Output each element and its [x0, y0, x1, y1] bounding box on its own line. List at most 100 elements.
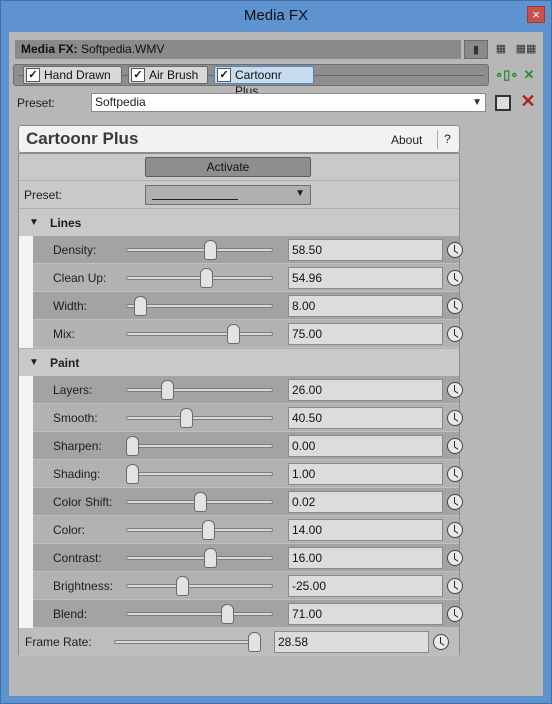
keyframe-clock-icon[interactable] [447, 522, 463, 538]
param-slider-track[interactable] [126, 416, 273, 420]
param-value-input[interactable]: 54.96 [288, 267, 443, 289]
keyframe-clock-icon[interactable] [447, 410, 463, 426]
single-view-button[interactable]: ▮ [464, 40, 488, 59]
indent-stripe [19, 320, 33, 348]
keyframe-clock-icon[interactable] [447, 578, 463, 594]
param-value-input[interactable]: 14.00 [288, 519, 443, 541]
param-value-input[interactable]: -25.00 [288, 575, 443, 597]
param-value-input[interactable]: 58.50 [288, 239, 443, 261]
param-slider-track[interactable] [126, 612, 273, 616]
param-row-body: Density: 58.50 [33, 236, 463, 264]
remove-plugin-icon[interactable]: ✕ [519, 66, 539, 84]
keyframe-clock-icon[interactable] [447, 298, 463, 314]
keyframe-clock-icon[interactable] [447, 326, 463, 342]
param-value-input[interactable]: 26.00 [288, 379, 443, 401]
param-row: Brightness: -25.00 [19, 572, 463, 600]
keyframe-clock-icon[interactable] [433, 634, 449, 650]
keyframe-clock-icon[interactable] [447, 606, 463, 622]
param-value-input[interactable]: 71.00 [288, 603, 443, 625]
section-label: Paint [50, 356, 80, 370]
param-value-input[interactable]: 0.02 [288, 491, 443, 513]
param-slider-thumb[interactable] [221, 604, 235, 624]
param-slider-thumb[interactable] [226, 324, 240, 344]
param-row-body: Sharpen: 0.00 [33, 432, 463, 460]
param-row-body: Shading: 1.00 [33, 460, 463, 488]
wide-grid-view-button[interactable]: ▦▦ [514, 40, 538, 59]
keyframe-clock-icon[interactable] [447, 270, 463, 286]
param-slider-track[interactable] [126, 528, 273, 532]
param-slider-thumb[interactable] [126, 464, 139, 484]
fx-cartoonr-plus-button[interactable]: ✓ Cartoonr Plus [214, 66, 314, 98]
plugin-preset-dropdown[interactable]: ▼ [145, 185, 311, 205]
fx-enabled-checkbox[interactable]: ✓ [26, 68, 40, 82]
delete-preset-icon[interactable]: ✕ [518, 91, 538, 111]
close-button[interactable]: × [527, 6, 545, 23]
param-value-input[interactable]: 1.00 [288, 463, 443, 485]
lines-section-header[interactable]: ▼ Lines [19, 208, 459, 236]
save-preset-icon[interactable] [495, 95, 511, 111]
keyframe-clock-icon[interactable] [447, 550, 463, 566]
keyframe-clock-icon[interactable] [447, 242, 463, 258]
param-slider-track[interactable] [126, 444, 273, 448]
param-label: Frame Rate: [25, 635, 92, 649]
fx-enabled-checkbox[interactable]: ✓ [131, 68, 145, 82]
param-slider-track[interactable] [126, 388, 273, 392]
indent-stripe [19, 292, 33, 320]
param-label: Width: [53, 299, 88, 313]
paint-section-header[interactable]: ▼ Paint [19, 348, 459, 376]
preset-label: Preset: [17, 96, 56, 110]
add-plugin-icon[interactable]: ∘▯∘ [495, 66, 518, 84]
param-slider-track[interactable] [126, 472, 273, 476]
param-slider-thumb[interactable] [202, 520, 216, 540]
indent-stripe [19, 488, 33, 516]
param-slider-thumb[interactable] [126, 436, 139, 456]
preset-dropdown[interactable]: Softpedia ▼ [91, 93, 486, 112]
plugin-preset-label: Preset: [24, 188, 63, 202]
param-slider-track[interactable] [126, 584, 273, 588]
indent-stripe [19, 376, 33, 404]
param-value-input[interactable]: 8.00 [288, 295, 443, 317]
media-fx-value: Softpedia.WMV [81, 42, 165, 56]
title-bar[interactable]: Media FX × [1, 1, 551, 31]
param-label: Blend: [53, 607, 88, 621]
keyframe-clock-icon[interactable] [447, 382, 463, 398]
grid-view-button[interactable]: ▦ [489, 40, 513, 59]
param-slider-thumb[interactable] [160, 380, 174, 400]
param-row: Sharpen: 0.00 [19, 432, 463, 460]
param-row-body: Color Shift: 0.02 [33, 488, 463, 516]
param-row-body: Clean Up: 54.96 [33, 264, 463, 292]
param-slider-track[interactable] [126, 248, 273, 252]
fx-air-brush-button[interactable]: ✓ Air Brush [128, 66, 208, 84]
param-slider-track[interactable] [126, 332, 273, 336]
param-value-input[interactable]: 40.50 [288, 407, 443, 429]
chevron-down-icon: ▼ [472, 97, 482, 108]
activate-button[interactable]: Activate [145, 157, 311, 177]
param-value-input[interactable]: 75.00 [288, 323, 443, 345]
param-value-input[interactable]: 28.58 [274, 631, 429, 653]
param-slider-thumb[interactable] [134, 296, 148, 316]
indent-stripe [19, 264, 33, 292]
param-slider-track[interactable] [126, 556, 273, 560]
param-slider-track[interactable] [126, 304, 273, 308]
param-slider-thumb[interactable] [176, 576, 190, 596]
keyframe-clock-icon[interactable] [447, 438, 463, 454]
preset-row: Preset: Softpedia ▼ [9, 92, 543, 114]
help-button[interactable]: ? [437, 130, 457, 149]
fx-hand-drawn-button[interactable]: ✓ Hand Drawn [23, 66, 122, 84]
about-link[interactable]: About [391, 133, 422, 147]
param-slider-track[interactable] [114, 640, 261, 644]
param-slider-thumb[interactable] [180, 408, 194, 428]
param-slider-thumb[interactable] [248, 632, 261, 652]
param-slider-thumb[interactable] [194, 492, 208, 512]
param-slider-thumb[interactable] [203, 548, 217, 568]
fx-enabled-checkbox[interactable]: ✓ [217, 68, 231, 82]
keyframe-clock-icon[interactable] [447, 466, 463, 482]
param-value-input[interactable]: 0.00 [288, 435, 443, 457]
window-title: Media FX [243, 7, 309, 24]
param-label: Brightness: [53, 579, 114, 593]
param-slider-thumb[interactable] [204, 240, 218, 260]
param-value-input[interactable]: 16.00 [288, 547, 443, 569]
keyframe-clock-icon[interactable] [447, 494, 463, 510]
param-slider-thumb[interactable] [199, 268, 213, 288]
client-area: Media FX: Softpedia.WMV ▮ ▦ ▦▦ ✓ Hand Dr… [9, 32, 543, 696]
